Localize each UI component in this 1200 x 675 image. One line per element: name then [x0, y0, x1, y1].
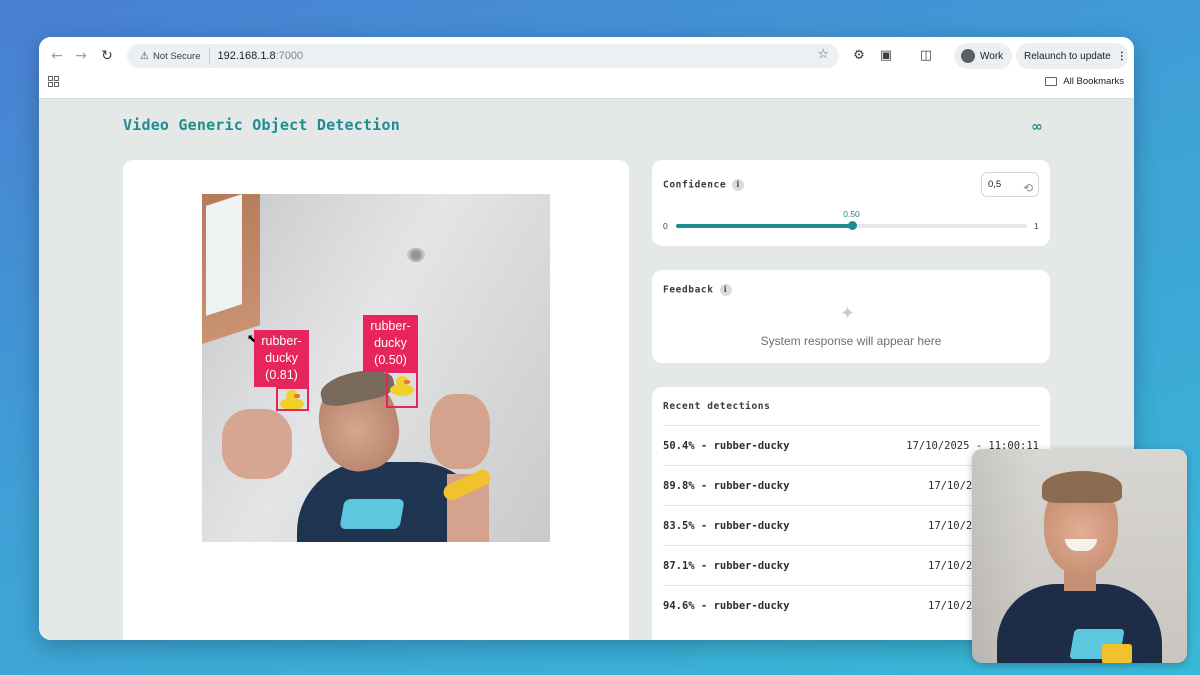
scene-window-glass	[206, 194, 242, 316]
scene-left-hand	[222, 409, 292, 479]
slider-value-label: 0.50	[843, 209, 860, 219]
bookmark-star-icon[interactable]: ☆	[817, 47, 829, 62]
reset-icon[interactable]: ⟲	[1023, 177, 1033, 200]
info-icon[interactable]: i	[732, 179, 745, 191]
profile-name: Work	[980, 50, 1004, 62]
app-page: Video Generic Object Detection ∞ rubber-…	[39, 99, 1134, 640]
info-icon[interactable]: i	[719, 284, 732, 296]
scene-ceiling-light	[407, 248, 425, 262]
detection-label: rubber- ducky (0.50)	[363, 315, 418, 372]
extension-settings-icon[interactable]: ⚙	[850, 47, 868, 65]
detection-row-label: 87.1% - rubber-ducky	[663, 560, 790, 572]
detection-box	[386, 371, 418, 408]
slider-thumb[interactable]	[847, 221, 857, 230]
browser-window: ← → ↻ ⚠ Not Secure 192.168.1.8:7000 ☆ ⚙ …	[39, 37, 1134, 640]
back-icon[interactable]: ←	[48, 47, 66, 65]
browser-toolbar: ← → ↻ ⚠ Not Secure 192.168.1.8:7000 ☆ ⚙ …	[39, 37, 1134, 99]
slider-max-label: 1	[1034, 221, 1039, 231]
confidence-title: Confidence i	[663, 179, 745, 191]
apps-grid-icon[interactable]	[48, 76, 59, 87]
webcam-overlay	[972, 449, 1187, 663]
not-secure-badge[interactable]: ⚠ Not Secure	[132, 47, 210, 65]
detection-row-time: 17/10/20	[928, 520, 979, 532]
confidence-input-value: 0,5	[988, 179, 1002, 190]
scene-right-hand	[430, 394, 490, 469]
relaunch-label: Relaunch to update	[1024, 50, 1111, 62]
url-port: :7000	[275, 50, 304, 62]
feedback-card: Feedback i ✦ System response will appear …	[652, 270, 1050, 363]
page-title: Video Generic Object Detection	[123, 116, 400, 134]
detection-label: rubber- ducky (0.81)	[254, 330, 309, 387]
detection-row-label: 50.4% - rubber-ducky	[663, 440, 790, 452]
detection-label-line2: ducky	[374, 336, 407, 350]
confidence-input[interactable]: 0,5 ⟲	[981, 172, 1039, 197]
relaunch-button[interactable]: Relaunch to update ⋮	[1016, 43, 1128, 69]
detection-box	[276, 387, 309, 411]
feedback-title: Feedback i	[663, 284, 732, 296]
detection-row-time: 17/10/20	[928, 600, 979, 612]
mouse-cursor-icon: ⬉	[247, 332, 257, 345]
video-stream: rubber- ducky (0.81) rubber- ducky (0.50…	[202, 194, 550, 542]
detection-row-label: 94.6% - rubber-ducky	[663, 600, 790, 612]
webcam-shirt-logo-accent	[1102, 644, 1132, 663]
scene-shirt-logo	[339, 499, 405, 529]
feedback-empty-message: System response will appear here	[760, 334, 942, 348]
detection-row-label: 89.8% - rubber-ducky	[663, 480, 790, 492]
slider-min-label: 0	[663, 221, 668, 231]
video-card: rubber- ducky (0.81) rubber- ducky (0.50…	[123, 160, 629, 640]
all-bookmarks[interactable]: All Bookmarks	[1045, 76, 1124, 87]
detection-label-line1: rubber-	[370, 319, 411, 333]
menu-dots-icon[interactable]: ⋮	[1117, 51, 1127, 62]
url-host: 192.168.1.8	[217, 50, 276, 62]
detection-score: (0.81)	[265, 368, 298, 382]
address-bar[interactable]: ⚠ Not Secure 192.168.1.8:7000 ☆	[127, 44, 839, 68]
avatar	[961, 49, 975, 63]
feedback-title-label: Feedback	[663, 284, 714, 296]
tab-search-icon[interactable]: ◫	[917, 47, 935, 65]
all-bookmarks-label: All Bookmarks	[1063, 76, 1124, 87]
warning-icon: ⚠	[140, 50, 149, 62]
forward-icon[interactable]: →	[72, 47, 90, 65]
profile-button[interactable]: Work	[954, 43, 1012, 69]
confidence-slider[interactable]: 0.50	[676, 209, 1027, 230]
extensions-puzzle-icon[interactable]: ▣	[877, 47, 895, 65]
not-secure-label: Not Secure	[152, 50, 201, 62]
recent-detections-title: Recent detections	[663, 401, 771, 412]
detection-score: (0.50)	[374, 353, 407, 367]
folder-icon	[1045, 77, 1058, 86]
detection-row-label: 83.5% - rubber-ducky	[663, 520, 790, 532]
detection-row-time: 17/10/20	[928, 480, 979, 492]
confidence-card: Confidence i 0,5 ⟲ 0 0.50 1	[652, 160, 1050, 246]
webcam-person-hair	[1042, 471, 1122, 503]
detection-label-line1: rubber-	[261, 334, 302, 348]
reload-icon[interactable]: ↻	[98, 47, 116, 65]
confidence-title-label: Confidence	[663, 179, 727, 191]
link-icon[interactable]: ∞	[1031, 119, 1043, 135]
slider-fill	[676, 224, 852, 228]
detection-label-line2: ducky	[265, 351, 298, 365]
sparkle-icon: ✦	[840, 303, 856, 324]
detection-row-time: 17/10/20	[928, 560, 979, 572]
